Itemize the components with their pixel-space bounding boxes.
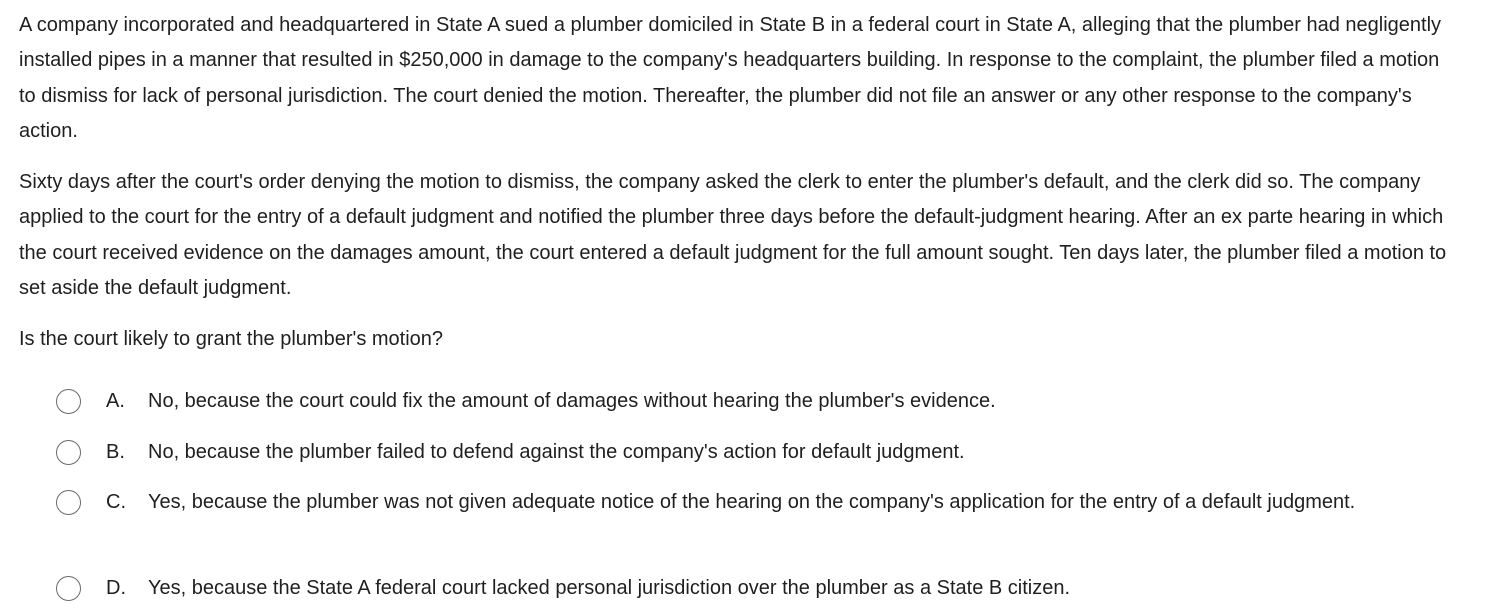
option-letter: C. xyxy=(106,491,126,513)
option-letter: A. xyxy=(106,390,125,412)
option-letter: D. xyxy=(106,577,126,599)
option-text: No, because the court could fix the amou… xyxy=(148,390,996,412)
radio-button-b[interactable] xyxy=(56,440,81,465)
question-stem: Is the court likely to grant the plumber… xyxy=(19,328,444,351)
radio-button-c[interactable] xyxy=(56,490,81,515)
answer-option-d[interactable]: D. Yes, because the State A federal cour… xyxy=(56,571,1428,606)
question-paragraph: Sixty days after the court's order denyi… xyxy=(19,171,1447,300)
option-letter: B. xyxy=(106,441,125,463)
question-paragraph: A company incorporated and headquartered… xyxy=(19,14,1442,142)
question-text: A company incorporated and headquartered… xyxy=(19,8,1459,374)
answer-option-b[interactable]: B. No, because the plumber failed to def… xyxy=(56,435,1428,470)
answer-option-a[interactable]: A. No, because the court could fix the a… xyxy=(56,384,1428,419)
radio-button-d[interactable] xyxy=(56,576,81,601)
option-text: Yes, because the State A federal court l… xyxy=(148,577,1071,599)
option-text: Yes, because the plumber was not given a… xyxy=(148,491,1356,513)
answer-option-c[interactable]: C. Yes, because the plumber was not give… xyxy=(56,485,1428,520)
radio-button-a[interactable] xyxy=(56,389,81,414)
option-text: No, because the plumber failed to defend… xyxy=(148,441,965,463)
